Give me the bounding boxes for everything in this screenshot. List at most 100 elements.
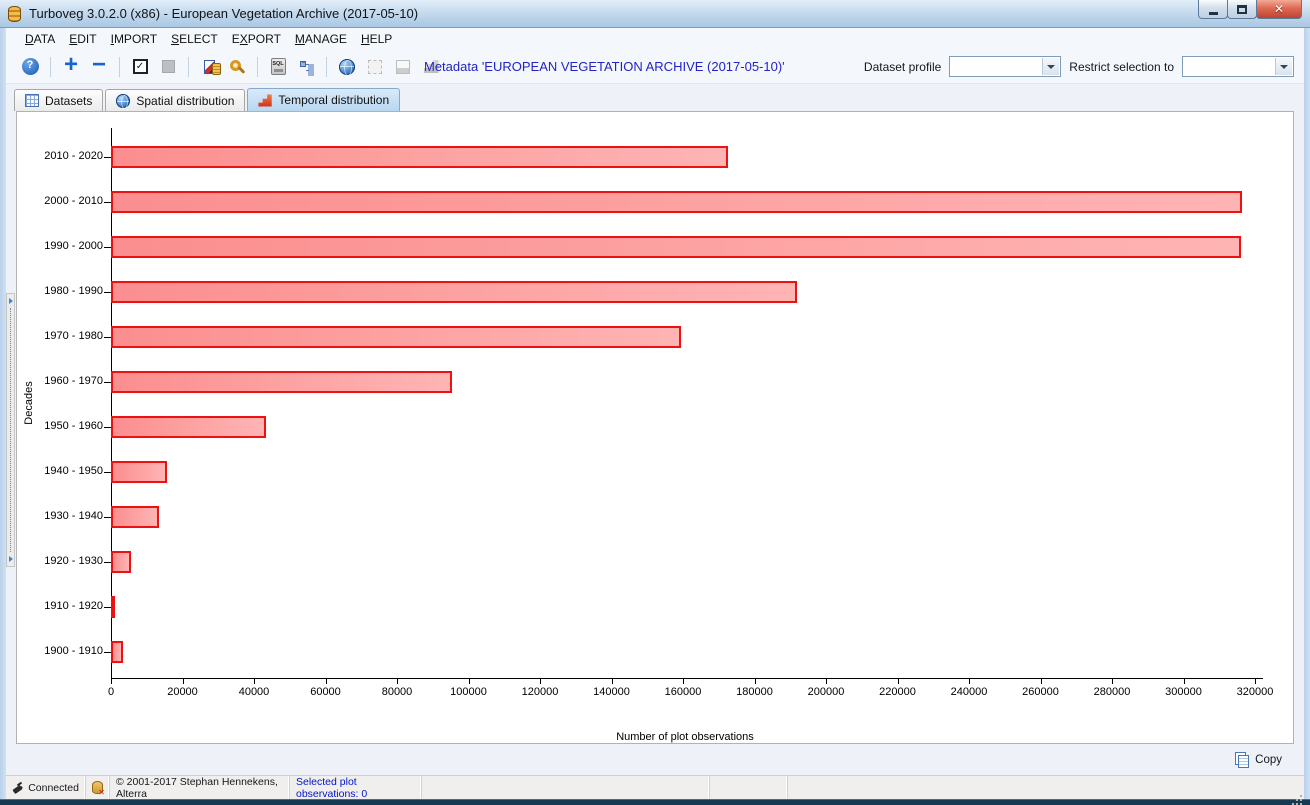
select-all-icon[interactable] [127,54,153,80]
ruler-disabled-icon [390,54,416,80]
add-icon[interactable] [58,54,84,80]
chevron-down-icon[interactable] [1275,58,1292,75]
close-button[interactable]: ✕ [1256,0,1302,19]
menu-manage[interactable]: MANAGE [288,30,354,48]
panel-splitter[interactable] [6,293,15,567]
close-icon: ✕ [1274,3,1284,15]
x-tick-label: 240000 [939,686,999,698]
bar-2000-2010 [111,191,1242,213]
menu-edit[interactable]: EDIT [62,30,103,48]
y-category-label: 1970 - 1980 [25,330,103,342]
temporal-distribution-panel: 0200004000060000800001000001200001400001… [16,111,1294,744]
x-tick-label: 60000 [296,686,356,698]
status-bar: Connected © 2001-2017 Stephan Hennekens,… [6,775,1304,799]
remove-icon[interactable] [86,54,112,80]
x-axis-tick [612,678,613,684]
splitter-arrow-icon [9,556,13,562]
sql-icon[interactable] [265,54,291,80]
copy-button[interactable]: Copy [1235,752,1282,767]
x-axis-tick [1112,678,1113,684]
y-category-label: 1910 - 1920 [25,600,103,612]
y-axis-tick [104,382,111,383]
y-axis-tick [104,202,111,203]
x-tick-label: 320000 [1225,686,1285,698]
edit-data-icon [204,60,215,74]
x-tick-label: 100000 [439,686,499,698]
toolbar-separator [50,57,51,77]
status-empty-cell [710,776,788,799]
window-border-bottom [0,799,1310,805]
tree-icon[interactable] [293,54,319,80]
y-axis-tick [104,157,111,158]
x-axis-title: Number of plot observations [616,731,754,743]
toolbar-separator [326,57,327,77]
x-axis-tick [826,678,827,684]
x-axis-tick [683,678,684,684]
metadata-heading: Metadata 'EUROPEAN VEGETATION ARCHIVE (2… [424,59,785,74]
y-category-label: 1940 - 1950 [25,465,103,477]
x-axis-tick [254,678,255,684]
tab-label: Datasets [45,94,92,108]
bar-2010-2020 [111,146,728,168]
bar-1930-1940 [111,506,159,528]
window-border-right [1304,28,1310,799]
minimize-button[interactable] [1198,0,1228,19]
x-axis-tick [183,678,184,684]
maximize-button[interactable] [1227,0,1257,19]
dataset-profile-combobox[interactable] [949,56,1061,77]
toolbar-separator [119,57,120,77]
bar-1900-1910 [111,641,123,663]
selected-observations-text: Selected plot observations: 0 [296,776,415,800]
connection-status: Connected [28,782,79,794]
y-category-label: 1930 - 1940 [25,510,103,522]
menu-export[interactable]: EXPORT [225,30,288,48]
dataset-profile-label: Dataset profile [864,60,941,74]
copyright-text: © 2001-2017 Stephan Hennekens, Alterra [116,776,283,800]
x-axis-tick [326,678,327,684]
globe-icon [339,59,355,75]
help-icon[interactable] [17,54,43,80]
copy-icon [1235,752,1248,767]
edit-data-icon[interactable] [196,54,222,80]
tab-spatial-distribution[interactable]: Spatial distribution [105,89,245,111]
title-bar[interactable]: Turboveg 3.0.2.0 (x86) - European Vegeta… [0,0,1310,28]
y-axis-tick [104,607,111,608]
chevron-down-icon[interactable] [1042,58,1059,75]
x-tick-label: 80000 [367,686,427,698]
menu-import[interactable]: IMPORT [104,30,164,48]
y-axis-tick [104,652,111,653]
search-icon[interactable] [224,54,250,80]
status-empty-cell [422,776,710,799]
menu-data[interactable]: DATA [18,30,62,48]
globe-icon[interactable] [334,54,360,80]
splitter-arrow-icon [9,298,13,304]
bar-1950-1960 [111,416,266,438]
tab-temporal-distribution[interactable]: Temporal distribution [247,88,400,111]
bar-chart-icon [258,94,272,107]
bar-1980-1990 [111,281,797,303]
restrict-selection-combobox[interactable] [1182,56,1294,77]
menu-select[interactable]: SELECT [164,30,225,48]
y-category-label: 2000 - 2010 [25,195,103,207]
y-category-label: 1990 - 2000 [25,240,103,252]
remove-icon [92,57,106,77]
x-tick-label: 20000 [153,686,213,698]
deselect-icon [155,54,181,80]
connection-icon [12,781,23,795]
tab-datasets[interactable]: Datasets [14,89,103,111]
y-axis-title: Decades [23,381,35,424]
tab-label: Spatial distribution [136,94,234,108]
x-axis-tick [469,678,470,684]
x-axis-tick [397,678,398,684]
x-tick-label: 0 [81,686,141,698]
deselect-icon [162,60,175,73]
y-category-label: 2010 - 2020 [25,150,103,162]
spatial-disabled-icon [362,54,388,80]
spatial-disabled-icon [368,60,382,74]
y-axis-tick [104,427,111,428]
resize-grip[interactable] [1292,789,1304,799]
x-axis-tick [111,678,112,684]
database-locked-icon [92,781,103,794]
menu-help[interactable]: HELP [354,30,399,48]
tree-icon [298,59,314,75]
